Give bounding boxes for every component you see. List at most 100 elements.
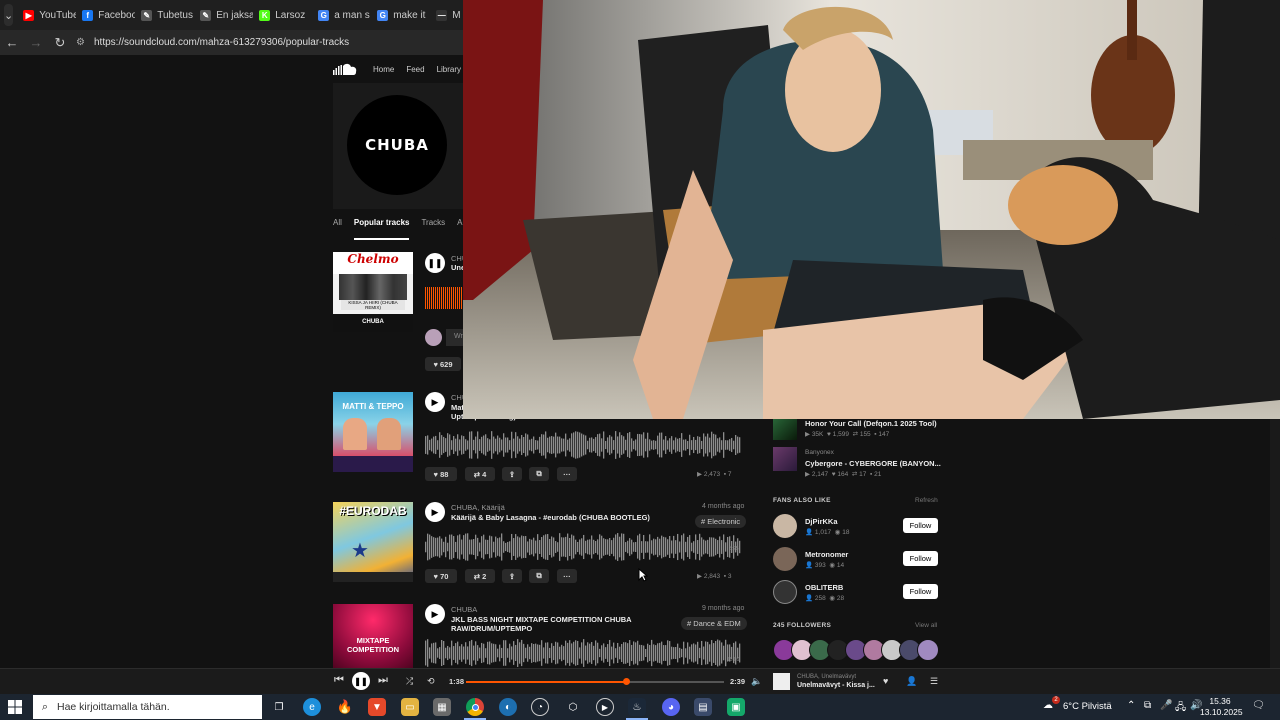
repeat-icon[interactable]: ⟲ xyxy=(427,676,435,687)
track-artist-4[interactable]: CHUBA xyxy=(451,605,477,614)
browser-tab-5[interactable]: K Larsoz xyxy=(253,0,312,30)
browser-tab-6[interactable]: Ga man s xyxy=(312,0,371,30)
progress-bar[interactable] xyxy=(466,678,724,685)
like-button-1[interactable]: ♥ 629 xyxy=(425,357,461,371)
tray-chevron-icon[interactable]: ⌃ xyxy=(1127,700,1135,711)
browser-tab-3[interactable]: ✎ Tubetus xyxy=(135,0,194,30)
fan-name-1[interactable]: DjPirKKa xyxy=(805,517,838,526)
reload-icon[interactable]: ↻ xyxy=(48,35,72,51)
weather-text[interactable]: 6°C Pilvistä xyxy=(1063,701,1112,712)
tab-popular-tracks[interactable]: Popular tracks xyxy=(353,218,410,240)
edge-icon[interactable]: e xyxy=(303,698,321,716)
like-button-2[interactable]: ♥ 88 xyxy=(425,467,457,481)
media-player-icon[interactable]: ▶ xyxy=(596,698,614,716)
brave-icon[interactable]: ▼ xyxy=(368,698,386,716)
player-like-icon[interactable]: ♥ xyxy=(883,676,888,686)
network-icon[interactable]: 🖧 xyxy=(1175,700,1186,717)
browser-tab-1[interactable]: ▶ YouTube xyxy=(17,0,76,30)
track-genre-tag-3[interactable]: # Electronic xyxy=(695,515,747,528)
volume-icon[interactable]: 🔈 xyxy=(751,676,762,687)
fan-avatar-2[interactable] xyxy=(773,547,797,571)
firefox-icon[interactable]: 🔥 xyxy=(336,698,354,716)
view-all-link[interactable]: View all xyxy=(915,622,937,629)
next-up-icon[interactable]: ☰ xyxy=(930,676,938,687)
comment-input[interactable]: Wr xyxy=(446,329,463,346)
fan-name-3[interactable]: OBLITERB xyxy=(805,583,843,592)
fan-avatar-3[interactable] xyxy=(773,580,797,604)
discord-icon[interactable]: ◕ xyxy=(662,698,680,716)
liked-track-artwork-2[interactable] xyxy=(773,447,797,471)
track-artwork-2[interactable]: MATTI & TEPPO xyxy=(333,392,413,472)
more-button-3[interactable]: ··· xyxy=(557,569,577,583)
player-pause-button[interactable]: ❚❚ xyxy=(352,672,370,690)
follower-avatar[interactable] xyxy=(917,639,939,661)
forward-arrow-icon[interactable]: → xyxy=(24,35,48,50)
browser-tab-7[interactable]: Gmake it xyxy=(371,0,430,30)
windows-start-icon[interactable] xyxy=(8,700,22,714)
fan-avatar-1[interactable] xyxy=(773,514,797,538)
track-title-4[interactable]: JKL BASS NIGHT MIXTAPE COMPETITION CHUBA xyxy=(451,615,632,624)
liked-track-artwork-1[interactable] xyxy=(773,416,797,440)
copy-link-button-3[interactable]: ⧉ xyxy=(529,569,549,583)
progress-knob[interactable] xyxy=(622,678,630,685)
nav-feed-link[interactable]: Feed xyxy=(406,65,424,74)
tray-app-icon[interactable]: ⧉ xyxy=(1144,700,1151,711)
next-track-icon[interactable]: ⏭ xyxy=(378,674,388,687)
steam-icon[interactable]: ♨ xyxy=(628,698,646,716)
file-explorer-icon[interactable]: ▭ xyxy=(401,698,419,716)
track-artwork-1[interactable]: Chelmo KISSA JA HIIRI (CHUBA REMIX) CHUB… xyxy=(333,252,413,332)
play-button-3[interactable]: ▶ xyxy=(425,502,445,522)
taskbar-search-box[interactable]: ⌕ Hae kirjoittamalla tähän. xyxy=(33,695,262,719)
address-bar[interactable]: ⚙ https://soundcloud.com/mahza-613279306… xyxy=(76,32,463,54)
waveform-4[interactable] xyxy=(425,638,741,668)
waveform-3[interactable] xyxy=(425,532,741,562)
liked-track-artist-2[interactable]: Banyonex xyxy=(805,449,834,456)
player-follow-icon[interactable]: 👤 xyxy=(906,676,917,687)
follow-button-3[interactable]: Follow xyxy=(903,584,938,599)
soundcloud-logo-icon[interactable] xyxy=(333,63,357,75)
share-button-3[interactable]: ⇪ xyxy=(502,569,522,583)
waveform-played-1[interactable] xyxy=(425,287,463,309)
copy-link-button-2[interactable]: ⧉ xyxy=(529,467,549,481)
browser-tab-2[interactable]: f Facebook xyxy=(76,0,135,30)
tab-tracks[interactable]: Tracks xyxy=(421,218,445,240)
video-overlay[interactable] xyxy=(463,0,1280,419)
nav-library-link[interactable]: Library xyxy=(437,65,461,74)
follow-button-1[interactable]: Follow xyxy=(903,518,938,533)
tab-all[interactable]: All xyxy=(333,218,342,240)
now-playing-artist[interactable]: CHUBA, Unelmavävyt xyxy=(797,674,856,680)
task-view-icon[interactable]: ❐ xyxy=(270,698,288,716)
play-button-4[interactable]: ▶ xyxy=(425,604,445,624)
liked-track-title-2[interactable]: Cybergore - CYBERGORE (BANYON... xyxy=(805,459,941,468)
microphone-icon[interactable]: 🎤 xyxy=(1160,700,1172,711)
app-gauge-icon[interactable]: ◔ xyxy=(531,698,549,716)
profile-avatar[interactable]: CHUBA xyxy=(347,95,447,195)
app-green-icon[interactable]: ▣ xyxy=(727,698,745,716)
back-arrow-icon[interactable]: ← xyxy=(0,35,24,50)
track-artist-3[interactable]: CHUBA, Käärijä xyxy=(451,503,505,512)
app-shield-icon[interactable]: ⬡ xyxy=(564,698,582,716)
previous-track-icon[interactable]: ⏮ xyxy=(334,674,344,687)
taskbar-clock[interactable]: 15.36 13.10.2025 xyxy=(1200,696,1243,718)
browser-tab-4[interactable]: ✎ En jaksa xyxy=(194,0,253,30)
track-title-3[interactable]: Käärijä & Baby Lasagna - #eurodab (CHUBA… xyxy=(451,513,650,522)
now-playing-title[interactable]: Unelmavävyt - Kissa j... xyxy=(797,682,875,689)
tab-search-chevron-icon[interactable]: ⌄ xyxy=(4,4,14,26)
track-genre-tag-4[interactable]: # Dance & EDM xyxy=(681,617,747,630)
notifications-icon[interactable]: 🗨 xyxy=(1252,700,1265,711)
refresh-link[interactable]: Refresh xyxy=(915,497,938,504)
track-title-2[interactable]: Mat xyxy=(451,403,464,412)
calculator-icon[interactable]: ▤ xyxy=(694,698,712,716)
more-button-2[interactable]: ··· xyxy=(557,467,577,481)
track-artwork-3[interactable]: #EURODAB ★ xyxy=(333,502,413,582)
like-button-3[interactable]: ♥ 70 xyxy=(425,569,457,583)
liked-track-title-1[interactable]: Honor Your Call (Defqon.1 2025 Tool) xyxy=(805,419,937,428)
browser-tab-8[interactable]: — M xyxy=(430,0,463,30)
chrome-icon[interactable] xyxy=(466,698,484,716)
waveform-2[interactable] xyxy=(425,430,741,460)
follow-button-2[interactable]: Follow xyxy=(903,551,938,566)
app-icon[interactable]: ▦ xyxy=(433,698,451,716)
pause-button-1[interactable]: ❚❚ xyxy=(425,253,445,273)
repost-button-3[interactable]: ⇄ 2 xyxy=(465,569,495,583)
share-button-2[interactable]: ⇪ xyxy=(502,467,522,481)
